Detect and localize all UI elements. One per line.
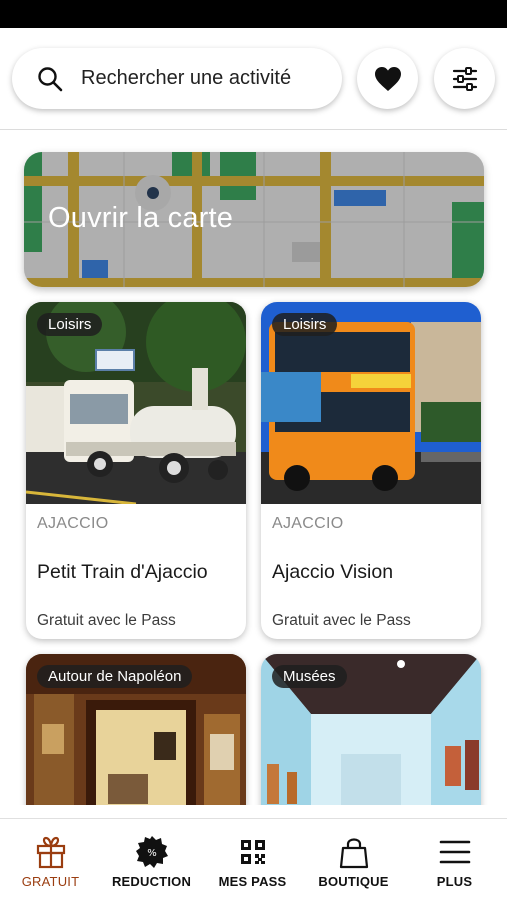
activity-photo: Autour de Napoléon [26,654,246,805]
shopping-bag-icon [339,838,368,869]
tab-reduction[interactable]: % REDUCTION [101,819,202,900]
open-map-card[interactable]: Ouvrir la carte [24,152,484,287]
activity-price: Gratuit avec le Pass [272,612,411,629]
activity-title: Petit Train d'Ajaccio [37,561,208,583]
favorites-button[interactable] [357,48,418,109]
tab-label: MES PASS [218,874,287,889]
tab-plus[interactable]: PLUS [404,819,505,900]
activity-photo: Loisirs [26,302,246,504]
activity-photo: Musées [261,654,481,805]
category-badge: Musées [272,665,347,688]
gift-icon [36,836,65,869]
tab-label: BOUTIQUE [318,874,389,889]
activity-photo: Loisirs [261,302,481,504]
tab-gratuit[interactable]: GRATUIT [0,819,101,900]
tab-label: GRATUIT [21,874,80,889]
tab-mes-pass[interactable]: MES PASS [202,819,303,900]
activity-city: AJACCIO [272,515,344,532]
category-badge: Loisirs [37,313,103,336]
category-badge: Loisirs [272,313,338,336]
search-input[interactable]: Rechercher une activité [12,48,342,109]
activity-price: Gratuit avec le Pass [37,612,176,629]
menu-icon [439,840,470,864]
search-placeholder: Rechercher une activité [81,67,292,89]
tab-boutique[interactable]: BOUTIQUE [303,819,404,900]
activity-city: AJACCIO [37,515,109,532]
status-bar [0,0,507,28]
open-map-label: Ouvrir la carte [48,202,234,234]
activity-card-petit-train[interactable]: Loisirs AJACCIO Petit Train d'Ajaccio Gr… [26,302,246,639]
search-icon [38,66,63,91]
filters-button[interactable] [434,48,495,109]
heart-icon [374,66,401,91]
tab-label: PLUS [436,874,473,889]
discount-badge-icon: % [135,836,168,868]
activity-card-musees[interactable]: Musées [261,654,481,805]
activity-card-napoleon[interactable]: Autour de Napoléon [26,654,246,805]
category-badge: Autour de Napoléon [37,665,193,688]
activity-title: Ajaccio Vision [272,561,394,583]
svg-text:%: % [147,848,157,859]
activity-list[interactable]: Ouvrir la carte Loisirs AJACCIO Petit Tr… [0,131,507,805]
qr-code-icon [240,840,265,864]
tab-label: REDUCTION [111,874,192,889]
activity-card-ajaccio-vision[interactable]: Loisirs AJACCIO Ajaccio Vision Gratuit a… [261,302,481,639]
top-bar: Rechercher une activité [0,28,507,130]
bottom-tab-bar: GRATUIT % REDUCTION MES PASS BOUTIQUE PL… [0,818,507,900]
sliders-icon [452,66,477,91]
